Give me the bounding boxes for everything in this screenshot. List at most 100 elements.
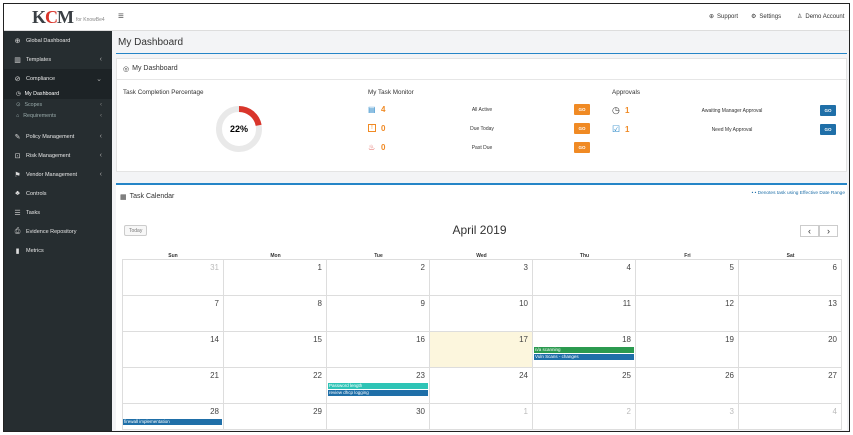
day-number: 10 [519,299,528,308]
sidebar-subitem-scopes[interactable]: ⊙ Scopes ‹ [4,99,112,110]
calendar-day[interactable]: 20 [739,332,842,368]
calendar-icon: ▦ [120,194,127,201]
calendar-day[interactable]: 29 [224,404,327,430]
day-number: 31 [210,263,219,272]
monitor-go-button[interactable]: GO [574,142,590,153]
sidebar-item-label: Controls [26,190,47,197]
calendar-day[interactable]: 9 [327,296,430,332]
sidebar-item-metrics[interactable]: ▮ Metrics [4,241,112,260]
calendar-day[interactable]: 14 [122,332,224,368]
calendar-event[interactable]: firewall implementation [123,419,222,425]
calendar-day[interactable]: 1 [224,260,327,296]
sidebar-item-global-dashboard[interactable]: ⊕ Global Dashboard [4,31,112,50]
top-bar: ≡ ⊕ Support ⚙ Settings ♙ Demo Account [112,4,849,31]
sidebar-item-evidence-repository[interactable]: ⎙ Evidence Repository [4,222,112,241]
calendar-day[interactable]: 11 [533,296,636,332]
sidebar-item-vendor-management[interactable]: ⚑ Vendor Management ‹ [4,165,112,184]
sidebar-item-compliance[interactable]: ⊘ Compliance ⌄ [4,69,112,88]
approval-go-button[interactable]: GO [820,105,836,116]
monitor-label: Past Due [471,145,493,151]
check-circle-icon: ⊘ [14,75,21,83]
sidebar-item-label: Vendor Management [26,171,78,178]
calendar-day[interactable]: 25 [533,368,636,404]
support-link[interactable]: ⊕ Support [709,13,738,21]
sidebar: KCM for KnowBe4 ⊕ Global Dashboard ▥ Templa… [4,4,112,431]
calendar-day[interactable]: 28 [122,404,224,430]
day-number: 16 [416,335,425,344]
calendar-day[interactable]: 8 [224,296,327,332]
sidebar-item-tasks[interactable]: ☰ Tasks [4,203,112,222]
calendar-event[interactable]: n/a scanning [534,347,634,353]
calendar-day[interactable]: 21 [122,368,224,404]
day-number: 29 [313,407,322,416]
calendar-day[interactable]: 24 [430,368,533,404]
calendar-header: ▦ Task Calendar [120,193,174,201]
calendar-day[interactable]: 3 [636,404,739,430]
monitor-go-button[interactable]: GO [574,104,590,115]
calendar-day[interactable]: 26 [636,368,739,404]
menu-toggle-icon[interactable]: ≡ [118,11,124,22]
logo[interactable]: KCM for KnowBe4 [4,4,112,31]
day-number: 6 [832,263,837,272]
next-month-button[interactable]: › [819,225,838,237]
day-number: 4 [626,263,631,272]
flag-icon: ⚑ [14,171,21,179]
calendar-day[interactable]: 7 [122,296,224,332]
chevron-icon: ‹ [99,152,102,159]
calendar-day[interactable]: 19 [636,332,739,368]
calendar-day[interactable]: 13 [739,296,842,332]
calendar-day[interactable]: 4 [533,260,636,296]
calendar-day[interactable]: 16 [327,332,430,368]
approval-go-button[interactable]: GO [820,124,836,135]
calendar-day[interactable]: 4 [739,404,842,430]
day-number: 4 [832,407,837,416]
legend-note: • • Denotes task using Effective Date Ra… [751,191,845,196]
calendar-event[interactable]: Password length [328,383,428,389]
sidebar-subitem-my-dashboard[interactable]: ◷ My Dashboard [4,88,112,99]
subitem-icon: ⌂ [16,112,20,119]
sidebar-subitem-label: My Dashboard [24,90,60,97]
day-number: 14 [210,335,219,344]
calendar-day[interactable]: 27 [739,368,842,404]
sidebar-item-label: Policy Management [26,133,75,140]
checkbox-icon: ☑ [612,124,621,134]
calendar-day[interactable]: 10 [430,296,533,332]
sidebar-item-controls[interactable]: ♣ Controls [4,184,112,203]
day-number: 19 [725,335,734,344]
sidebar-item-risk-management[interactable]: ⊡ Risk Management ‹ [4,146,112,165]
clock-icon: ◷ [612,105,620,115]
calendar-day[interactable]: 15 [224,332,327,368]
calendar-day[interactable]: 2 [533,404,636,430]
monitor-go-button[interactable]: GO [574,123,590,134]
settings-label: Settings [759,13,782,20]
user-menu[interactable]: ♙ Demo Account [797,13,844,21]
day-number: 3 [729,407,734,416]
prev-month-button[interactable]: ‹ [800,225,819,237]
calendar-day[interactable]: 5 [636,260,739,296]
logo-text: KCM [32,6,74,27]
sidebar-item-policy-management[interactable]: ✎ Policy Management ‹ [4,127,112,146]
globe-icon: ⊕ [709,14,715,20]
sidebar-subitem-label: Scopes [24,101,43,108]
chevron-icon: ‹ [99,56,102,63]
sidebar-subitem-requirements[interactable]: ⌂ Requirements ‹ [4,110,112,121]
calendar-day[interactable]: 12 [636,296,739,332]
dashboard-panel: ◎ My Dashboard Task Completion Percentage… [116,58,848,172]
calendar-day[interactable]: 17 [430,332,533,368]
file-icon: ⎙ [14,227,21,235]
calendar-day[interactable]: 3 [430,260,533,296]
calendar-event[interactable]: Vuln Scans - changes [534,354,634,360]
page-title: My Dashboard [118,37,184,48]
sidebar-item-templates[interactable]: ▥ Templates ‹ [4,50,112,69]
settings-link[interactable]: ⚙ Settings [751,13,782,21]
calendar-day[interactable]: 22 [224,368,327,404]
calendar-day[interactable]: 31 [122,260,224,296]
day-number: 12 [725,299,734,308]
main-content: My Dashboard ◎ My Dashboard Task Completi… [112,31,849,431]
calendar-day[interactable]: 2 [327,260,430,296]
calendar-day[interactable]: 30 [327,404,430,430]
calendar-event[interactable]: review dhcp logging [328,390,428,396]
calendar-day[interactable]: 6 [739,260,842,296]
calendar-day[interactable]: 1 [430,404,533,430]
sidebar-item-label: Compliance [26,75,56,82]
